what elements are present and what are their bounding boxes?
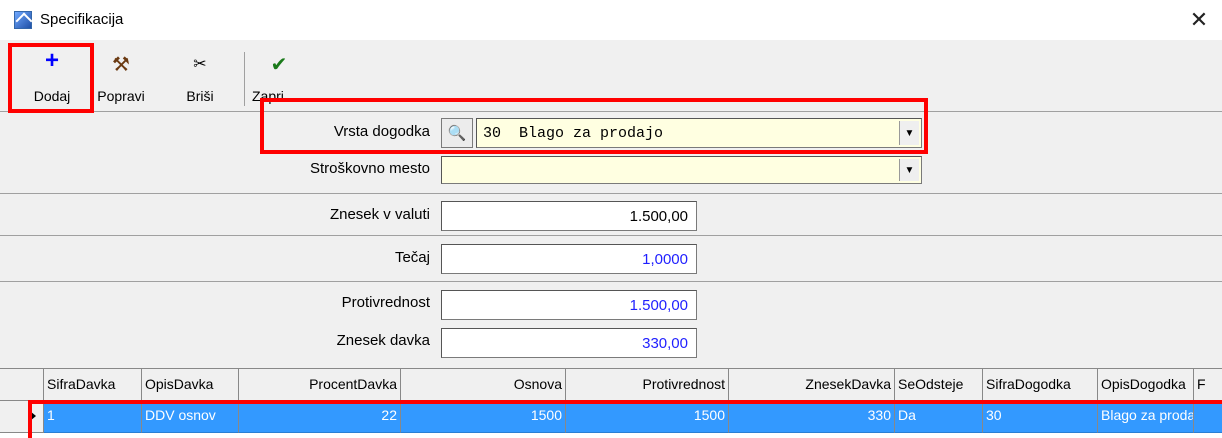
counter-value-field[interactable]: 1.500,00 [441,290,697,320]
row-indicator[interactable] [0,401,44,433]
cell-osnova[interactable]: 1500 [401,401,566,433]
column-header[interactable]: Osnova [401,369,566,401]
cell-sifra-dogodka[interactable]: 30 [983,401,1098,433]
row-pointer-icon [30,411,36,421]
add-button-label: Dodaj [33,88,71,104]
edit-button-label: Popravi [97,88,145,104]
add-button[interactable]: + Dodaj [22,47,82,108]
column-header[interactable]: SeOdsteje [895,369,983,401]
cell-znesek-davka[interactable]: 330 [729,401,895,433]
tax-amount-label: Znesek davka [336,332,430,349]
delete-button[interactable]: ✂ Briši [178,50,222,108]
delete-button-label: Briši [186,88,214,104]
tax-amount-value: 330,00 [642,335,688,352]
amount-currency-value: 1.500,00 [629,208,688,225]
column-header[interactable]: OpisDogodka [1098,369,1194,401]
event-type-label: Vrsta dogodka [333,123,430,140]
grid-header: SifraDavka OpisDavka ProcentDavka Osnova… [0,369,1222,401]
tax-grid: SifraDavka OpisDavka ProcentDavka Osnova… [0,368,1222,438]
column-header[interactable]: Protivrednost [566,369,729,401]
cell-protivrednost[interactable]: 1500 [566,401,729,433]
plus-icon: + [44,47,60,74]
toolbar-separator [244,52,245,106]
column-header[interactable]: ProcentDavka [239,369,401,401]
event-type-value: 30 Blago za prodajo [483,125,664,142]
close-form-button-label: Zapri [252,88,284,104]
counter-value-value: 1.500,00 [629,297,688,314]
rate-panel: Tečaj 1,0000 [0,236,1222,282]
title-bar: Specifikacija ✕ [0,0,1222,40]
checkmark-icon: ✔ [270,54,288,76]
column-header[interactable]: OpisDavka [142,369,239,401]
totals-panel: Protivrednost 1.500,00 Znesek davka 330,… [0,282,1222,368]
edit-button[interactable]: ⚒ Popravi [92,50,150,108]
exchange-rate-field[interactable]: 1,0000 [441,244,697,274]
column-header[interactable]: SifraDogodka [983,369,1098,401]
chevron-down-icon[interactable]: ▼ [899,121,919,145]
table-row[interactable]: 1 DDV osnov 22 1500 1500 330 Da 30 Blago… [0,401,1222,433]
cell-sifra-davka[interactable]: 1 [44,401,142,433]
close-form-button[interactable]: ✔ Zapri [252,50,306,108]
column-header[interactable]: ZnesekDavka [729,369,895,401]
amount-panel: Znesek v valuti 1.500,00 [0,194,1222,236]
cost-center-label: Stroškovno mesto [309,160,430,177]
scissors-icon: ✂ [193,56,207,73]
grid-corner [0,369,44,401]
amount-currency-field[interactable]: 1.500,00 [441,201,697,231]
close-button[interactable]: ✕ [1176,0,1222,40]
app-icon [14,11,32,29]
exchange-rate-value: 1,0000 [642,251,688,268]
tax-amount-field[interactable]: 330,00 [441,328,697,358]
cell-procent-davka[interactable]: 22 [239,401,401,433]
exchange-rate-label: Tečaj [394,249,430,266]
cell-se-odsteje[interactable]: Da [895,401,983,433]
window-title: Specifikacija [40,11,124,28]
toolbar: + Dodaj ⚒ Popravi ✂ Briši ✔ Zapri [0,40,1222,112]
amount-currency-label: Znesek v valuti [329,206,430,223]
event-type-select[interactable]: 30 Blago za prodajo ▼ [476,118,922,148]
chevron-down-icon[interactable]: ▼ [899,159,919,181]
search-icon[interactable]: 🔍 [441,118,473,148]
cost-center-select[interactable]: ▼ [441,156,922,184]
cell-opis-dogodka[interactable]: Blago za proda [1098,401,1194,433]
column-header[interactable]: F [1194,369,1222,401]
cell-extra[interactable] [1194,401,1222,433]
event-panel: Vrsta dogodka 🔍 30 Blago za prodajo ▼ St… [0,112,1222,194]
cell-opis-davka[interactable]: DDV osnov [142,401,239,433]
counter-value-label: Protivrednost [341,294,430,311]
hammer-icon: ⚒ [112,54,130,76]
column-header[interactable]: SifraDavka [44,369,142,401]
